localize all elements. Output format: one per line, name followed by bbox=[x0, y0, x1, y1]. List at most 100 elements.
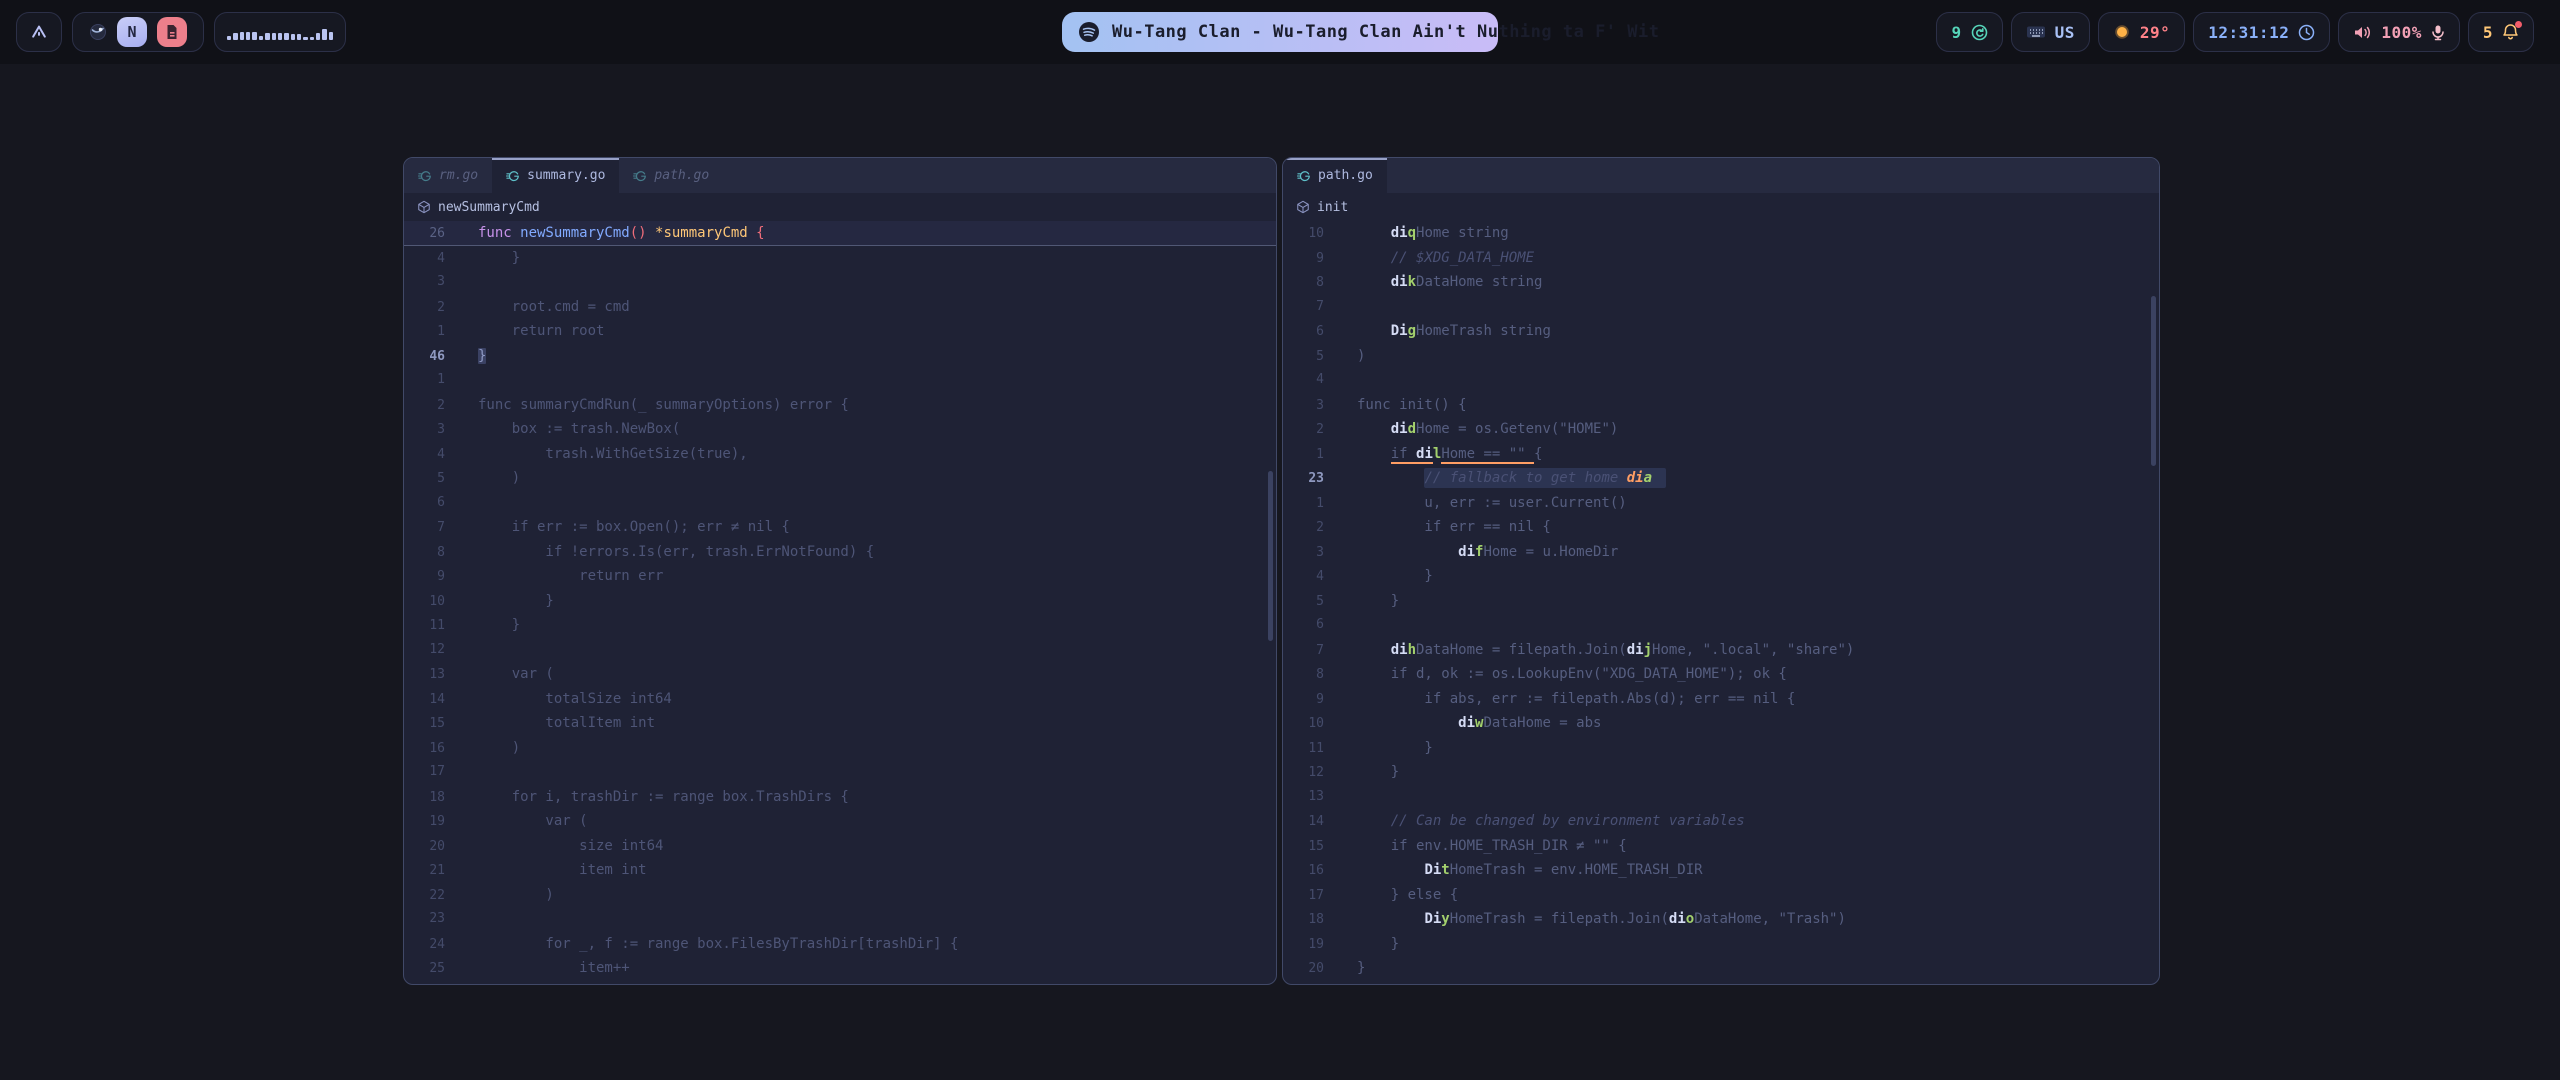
code-line: 19 var ( bbox=[404, 809, 1276, 834]
line-number: 6 bbox=[1283, 613, 1324, 638]
visualizer-bar bbox=[291, 34, 295, 40]
go-file-icon bbox=[418, 169, 432, 183]
code-line: 20} bbox=[1283, 956, 2159, 981]
tab-path-go[interactable]: path.go bbox=[619, 158, 723, 193]
code-line: 5) bbox=[1283, 344, 2159, 369]
code-area-left[interactable]: 26func newSummaryCmd() *summaryCmd {4 }3… bbox=[404, 221, 1276, 981]
tab-path-go[interactable]: path.go bbox=[1283, 158, 1387, 193]
line-number: 8 bbox=[404, 541, 445, 566]
now-playing-widget[interactable]: Wu-Tang Clan - Wu-Tang Clan Ain't Nuthin… bbox=[1062, 12, 1498, 52]
line-number: 23 bbox=[1283, 467, 1324, 492]
code-area-right[interactable]: 10 diqHome string9 // $XDG_DATA_HOME8 di… bbox=[1283, 221, 2159, 981]
line-number: 17 bbox=[404, 760, 445, 785]
line-number: 14 bbox=[404, 688, 445, 713]
code-line: 4 } bbox=[404, 246, 1276, 271]
keyboard-layout-widget[interactable]: US bbox=[2011, 12, 2090, 52]
visualizer-bar bbox=[329, 32, 333, 40]
line-number: 5 bbox=[1283, 345, 1324, 370]
breadcrumb: init bbox=[1283, 193, 2159, 221]
line-number: 4 bbox=[1283, 565, 1324, 590]
line-number: 1 bbox=[1283, 443, 1324, 468]
line-number: 9 bbox=[404, 565, 445, 590]
scrollbar-left[interactable] bbox=[1268, 471, 1273, 641]
cursor-line: 23 // fallback to get home dia bbox=[1283, 466, 2159, 491]
go-file-icon bbox=[1297, 169, 1311, 183]
line-number: 2 bbox=[1283, 418, 1324, 443]
line-number: 15 bbox=[404, 712, 445, 737]
browser-globe-icon[interactable] bbox=[89, 23, 107, 41]
line-number: 11 bbox=[404, 614, 445, 639]
code-line: 9 if abs, err := filepath.Abs(d); err ==… bbox=[1283, 687, 2159, 712]
tab-bar-left: rm.go summary.go path.go bbox=[404, 158, 1276, 193]
visualizer-bar bbox=[227, 36, 231, 40]
code-line: 8 if !errors.Is(err, trash.ErrNotFound) … bbox=[404, 540, 1276, 565]
code-line: 6 DigHomeTrash string bbox=[1283, 319, 2159, 344]
code-line: 16 DitHomeTrash = env.HOME_TRASH_DIR bbox=[1283, 858, 2159, 883]
code-line: 6 bbox=[1283, 613, 2159, 638]
scrollbar-right[interactable] bbox=[2151, 296, 2156, 466]
line-number: 3 bbox=[404, 418, 445, 443]
line-number: 14 bbox=[1283, 810, 1324, 835]
visualizer-bar bbox=[240, 32, 244, 40]
tab-summary-go[interactable]: summary.go bbox=[492, 158, 619, 193]
visualizer-bar bbox=[246, 32, 250, 40]
audio-visualizer bbox=[214, 12, 346, 52]
editor-window-right: path.go init 10 diqHome string9 // $XDG_… bbox=[1282, 157, 2160, 985]
visualizer-bar bbox=[259, 36, 263, 40]
line-number: 24 bbox=[404, 933, 445, 958]
code-line: 23 bbox=[404, 907, 1276, 932]
line-number: 20 bbox=[404, 835, 445, 860]
document-icon[interactable] bbox=[157, 17, 187, 47]
tab-label: path.go bbox=[654, 168, 709, 183]
code-line: 24 for _, f := range box.FilesByTrashDir… bbox=[404, 932, 1276, 957]
weather-widget[interactable]: 29° bbox=[2098, 12, 2185, 52]
line-number: 4 bbox=[1283, 368, 1324, 393]
tab-label: summary.go bbox=[527, 168, 605, 183]
line-number: 13 bbox=[404, 663, 445, 688]
code-line: 9 // $XDG_DATA_HOME bbox=[1283, 246, 2159, 271]
code-line: 25 item++ bbox=[404, 956, 1276, 981]
breadcrumb-symbol: newSummaryCmd bbox=[438, 200, 540, 215]
line-number: 3 bbox=[404, 270, 445, 295]
code-line: 10 diwDataHome = abs bbox=[1283, 711, 2159, 736]
notifications-widget[interactable]: 5 bbox=[2468, 12, 2534, 52]
line-number: 2 bbox=[404, 394, 445, 419]
code-line: 7 dihDataHome = filepath.Join(dijHome, "… bbox=[1283, 638, 2159, 663]
updates-widget[interactable]: 9 bbox=[1936, 12, 2002, 52]
audio-widget[interactable]: 100% bbox=[2338, 12, 2460, 52]
line-number: 19 bbox=[1283, 933, 1324, 958]
line-number: 19 bbox=[404, 810, 445, 835]
symbol-cube-icon bbox=[1296, 200, 1310, 214]
code-line: 18 DiyHomeTrash = filepath.Join(dioDataH… bbox=[1283, 907, 2159, 932]
tab-rm-go[interactable]: rm.go bbox=[404, 158, 492, 193]
line-number: 6 bbox=[1283, 320, 1324, 345]
line-number: 21 bbox=[404, 859, 445, 884]
code-line: 16 ) bbox=[404, 736, 1276, 761]
visualizer-bar bbox=[316, 33, 320, 40]
line-number: 5 bbox=[1283, 590, 1324, 615]
code-line: 7 bbox=[1283, 295, 2159, 320]
line-number: 7 bbox=[404, 516, 445, 541]
code-line: 7 if err := box.Open(); err ≠ nil { bbox=[404, 515, 1276, 540]
launcher-button[interactable] bbox=[16, 12, 62, 52]
breadcrumb-symbol: init bbox=[1317, 200, 1348, 215]
line-number: 17 bbox=[1283, 884, 1324, 909]
code-line: 20 size int64 bbox=[404, 834, 1276, 859]
go-file-icon bbox=[633, 169, 647, 183]
clock-widget[interactable]: 12:31:12 bbox=[2193, 12, 2330, 52]
update-circle-icon bbox=[1971, 24, 1988, 41]
code-line: 12 } bbox=[1283, 760, 2159, 785]
line-number: 18 bbox=[404, 786, 445, 811]
line-number: 22 bbox=[404, 884, 445, 909]
code-line: 2 didHome = os.Getenv("HOME") bbox=[1283, 417, 2159, 442]
visualizer-bar bbox=[233, 33, 237, 40]
arrow-up-icon bbox=[29, 22, 49, 42]
line-number: 5 bbox=[404, 467, 445, 492]
line-number: 1 bbox=[1283, 492, 1324, 517]
code-line: 10 } bbox=[404, 589, 1276, 614]
line-number: 8 bbox=[1283, 271, 1324, 296]
sun-icon bbox=[2113, 23, 2131, 41]
line-number: 18 bbox=[1283, 908, 1324, 933]
code-line: 4 bbox=[1283, 368, 2159, 393]
neovim-icon[interactable]: N bbox=[117, 17, 147, 47]
